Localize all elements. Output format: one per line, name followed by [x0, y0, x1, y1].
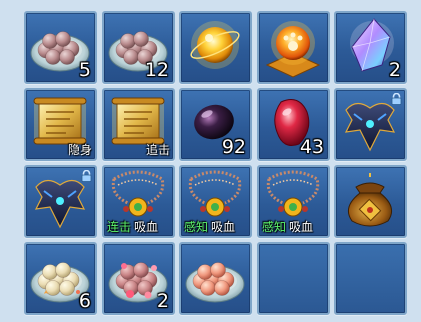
coin-pouch-icon: [347, 173, 393, 227]
item-skill-tag: 吸血: [134, 220, 159, 234]
item-skill-tags: 连击 吸血: [106, 220, 171, 234]
golden-orb-icon: [190, 21, 240, 69]
item-skill-tag: 吸血: [211, 220, 236, 234]
item-quantity: 5: [78, 59, 91, 81]
item-skill-tags: 感知 吸血: [261, 220, 326, 234]
inventory-slot[interactable]: 隐身: [24, 88, 97, 161]
item-skill-tag: 吸血: [289, 220, 314, 234]
inventory-slot[interactable]: [24, 165, 97, 238]
item-quantity: 92: [221, 136, 246, 158]
lock-icon: [391, 93, 402, 105]
item-skill-tags: 感知 吸血: [183, 220, 248, 234]
inventory-slot[interactable]: [257, 11, 330, 84]
inventory-slot[interactable]: [334, 88, 407, 161]
inventory-slot[interactable]: 2: [102, 242, 175, 315]
inventory-slot[interactable]: [179, 11, 252, 84]
inventory-slot[interactable]: 感知 吸血: [257, 165, 330, 238]
item-skill-tag: 追击: [145, 143, 170, 157]
item-skill-tag: 连击: [107, 220, 132, 234]
empty-inventory-slot[interactable]: [334, 242, 407, 315]
inventory-slot[interactable]: [334, 165, 407, 238]
paw-orb-icon: [265, 21, 321, 78]
item-skill-tag: 隐身: [67, 143, 92, 157]
inventory-slot[interactable]: 92: [179, 88, 252, 161]
item-quantity: 2: [156, 290, 169, 312]
item-skill-tag: 感知: [184, 220, 209, 234]
inventory-slot[interactable]: 5: [24, 11, 97, 84]
item-quantity: 12: [144, 59, 169, 81]
lock-icon: [81, 170, 92, 182]
inventory-slot[interactable]: 43: [257, 88, 330, 161]
inventory-grid: 5 12 2 隐身 追击 92 43 连击 吸血 感知 吸血 感知 吸血 6 2: [0, 0, 421, 322]
item-quantity: 2: [388, 59, 401, 81]
tangyuan-peach-plate-icon: [185, 262, 245, 303]
item-quantity: 6: [78, 290, 91, 312]
empty-inventory-slot[interactable]: [257, 242, 330, 315]
inventory-slot[interactable]: 2: [334, 11, 407, 84]
inventory-slot[interactable]: 感知 吸血: [179, 165, 252, 238]
inventory-slot[interactable]: 12: [102, 11, 175, 84]
item-skill-tag: 感知: [262, 220, 287, 234]
inventory-slot[interactable]: 连击 吸血: [102, 165, 175, 238]
inventory-slot[interactable]: 6: [24, 242, 97, 315]
item-quantity: 43: [299, 136, 324, 158]
inventory-slot[interactable]: [179, 242, 252, 315]
inventory-slot[interactable]: 追击: [102, 88, 175, 161]
